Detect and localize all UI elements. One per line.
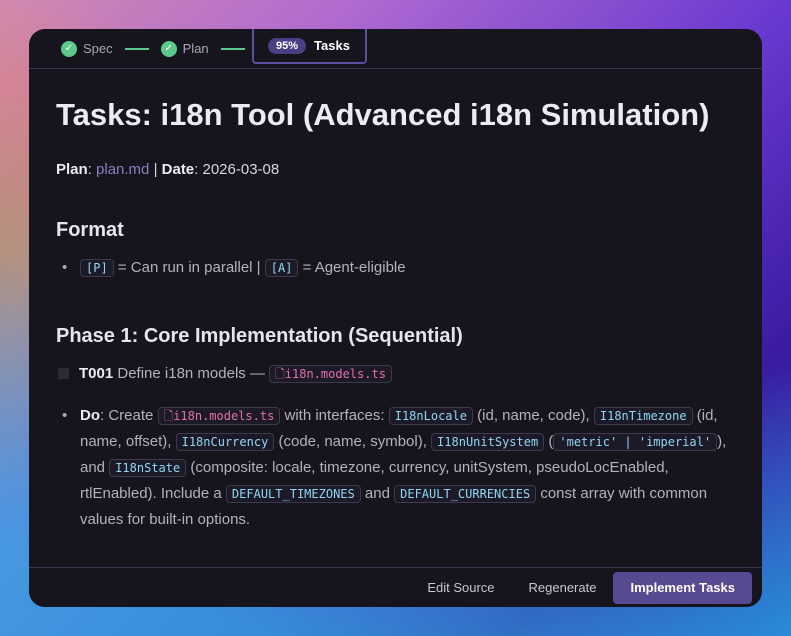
code: 'metric' | 'imperial' <box>553 433 718 451</box>
text: and <box>360 485 395 502</box>
task-checkbox[interactable] <box>58 368 69 379</box>
stepper: ✓ Spec ✓ Plan 95% Tasks <box>29 29 762 69</box>
step-tasks[interactable]: 95% Tasks <box>252 29 367 64</box>
step-connector <box>220 47 245 50</box>
text: ( <box>544 433 554 450</box>
progress-badge: 95% <box>268 37 307 54</box>
step-spec[interactable]: ✓ Spec <box>61 40 113 57</box>
file-name: i18n.models.ts <box>284 367 386 381</box>
text: = Can run in parallel | <box>113 259 265 276</box>
task-id: T001 <box>79 365 114 382</box>
plan-label: Plan <box>56 161 88 178</box>
implement-tasks-button[interactable]: Implement Tasks <box>613 571 752 604</box>
text: with interfaces: <box>280 407 389 424</box>
regenerate-button[interactable]: Regenerate <box>512 580 614 595</box>
do-label: Do <box>80 407 100 424</box>
code: DEFAULT_CURRENCIES <box>394 485 537 503</box>
step-plan[interactable]: ✓ Plan <box>160 40 209 57</box>
code: [P] <box>80 259 114 277</box>
code: I18nLocale <box>388 407 473 425</box>
step-label: Plan <box>182 41 209 56</box>
page-title: Tasks: i18n Tool (Advanced i18n Simulati… <box>56 97 710 132</box>
code: I18nCurrency <box>175 433 275 451</box>
step-label: Spec <box>83 41 113 56</box>
file-link[interactable]: 🗋i18n.models.ts <box>157 407 281 425</box>
code: I18nState <box>109 459 187 477</box>
text: (code, name, symbol), <box>274 433 432 450</box>
text: = Agent-eligible <box>298 259 406 276</box>
plan-link[interactable]: plan.md <box>96 161 149 178</box>
code: I18nUnitSystem <box>431 433 545 451</box>
tasks-window: ✓ Spec ✓ Plan 95% Tasks Tasks: i18n Tool (A… <box>29 29 762 607</box>
edit-source-button[interactable]: Edit Source <box>410 580 511 595</box>
phase-heading: Phase 1: Core Implementation (Sequential… <box>56 325 463 347</box>
code: I18nTimezone <box>593 407 693 425</box>
code: DEFAULT_TIMEZONES <box>225 485 361 503</box>
check-icon: ✓ <box>160 40 177 57</box>
format-heading: Format <box>56 219 124 241</box>
code: [A] <box>264 259 299 277</box>
step-connector <box>124 47 149 50</box>
meta: Plan: plan.md | Date: 2026-03-08 <box>56 161 280 178</box>
task-text: Define i18n models — <box>113 365 270 382</box>
footer-toolbar: Edit Source Regenerate Implement Tasks <box>29 567 762 607</box>
list-item: Do: Create 🗋i18n.models.ts with interfac… <box>56 403 735 533</box>
text: (id, name, code), <box>472 407 594 424</box>
file-name: i18n.models.ts <box>173 409 275 423</box>
document: Tasks: i18n Tool (Advanced i18n Simulati… <box>29 69 762 559</box>
date: 2026-03-08 <box>202 161 280 178</box>
sep: | <box>149 161 162 178</box>
date-label: Date <box>161 161 195 178</box>
list-item: [P] = Can run in parallel | [A] = Agent-… <box>56 255 735 281</box>
step-label: Tasks <box>314 38 350 53</box>
check-icon: ✓ <box>61 40 77 57</box>
task-item: T001 Define i18n models — 🗋i18n.models.t… <box>56 361 735 387</box>
text: : Create <box>100 407 158 424</box>
file-link[interactable]: 🗋i18n.models.ts <box>269 365 392 383</box>
